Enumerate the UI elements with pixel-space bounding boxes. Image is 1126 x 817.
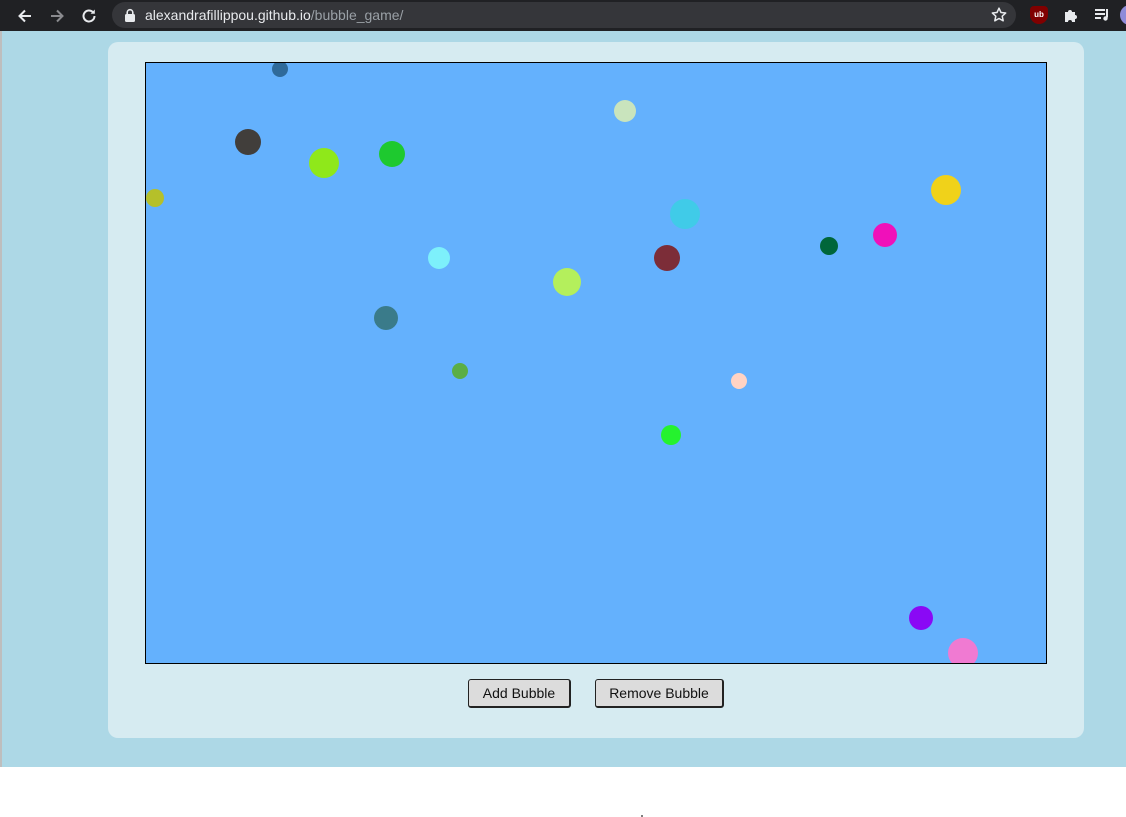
add-bubble-button[interactable]: Add Bubble: [468, 679, 571, 708]
arrow-left-icon[interactable]: [13, 4, 37, 28]
bubble[interactable]: [661, 425, 681, 445]
url-path: /bubble_game/: [310, 7, 404, 23]
reload-icon[interactable]: [77, 4, 101, 28]
media-queue-icon[interactable]: [1093, 6, 1111, 24]
url-text: alexandrafillippou.github.io/bubble_game…: [145, 7, 403, 24]
bubble[interactable]: [235, 129, 261, 155]
bubble[interactable]: [309, 148, 339, 178]
bubble[interactable]: [948, 638, 978, 663]
bubble[interactable]: [909, 606, 933, 630]
bubble[interactable]: [670, 199, 700, 229]
bubble[interactable]: [931, 175, 961, 205]
bubble[interactable]: [553, 268, 581, 296]
bubble[interactable]: [272, 63, 288, 77]
ublock-icon[interactable]: ub: [1030, 6, 1048, 24]
bubble[interactable]: [654, 245, 680, 271]
bubble[interactable]: [614, 100, 636, 122]
address-bar[interactable]: alexandrafillippou.github.io/bubble_game…: [112, 2, 1016, 28]
bubble[interactable]: [452, 363, 468, 379]
bubble[interactable]: [379, 141, 405, 167]
bubble[interactable]: [820, 237, 838, 255]
url-host: alexandrafillippou.github.io: [145, 7, 311, 23]
bubble[interactable]: [873, 223, 897, 247]
bubble[interactable]: [146, 189, 164, 207]
bubble[interactable]: [428, 247, 450, 269]
bubble[interactable]: [374, 306, 398, 330]
arrow-right-icon[interactable]: [45, 4, 69, 28]
avatar[interactable]: [1120, 5, 1126, 25]
bubble[interactable]: [731, 373, 747, 389]
browser-toolbar: alexandrafillippou.github.io/bubble_game…: [0, 0, 1126, 31]
star-icon[interactable]: [990, 6, 1008, 24]
remove-bubble-button[interactable]: Remove Bubble: [595, 679, 724, 708]
bubble-board[interactable]: [145, 62, 1047, 664]
page-viewport: Add Bubble Remove Bubble: [2, 31, 1126, 767]
puzzle-icon[interactable]: [1062, 6, 1080, 24]
lock-icon: [125, 8, 135, 22]
